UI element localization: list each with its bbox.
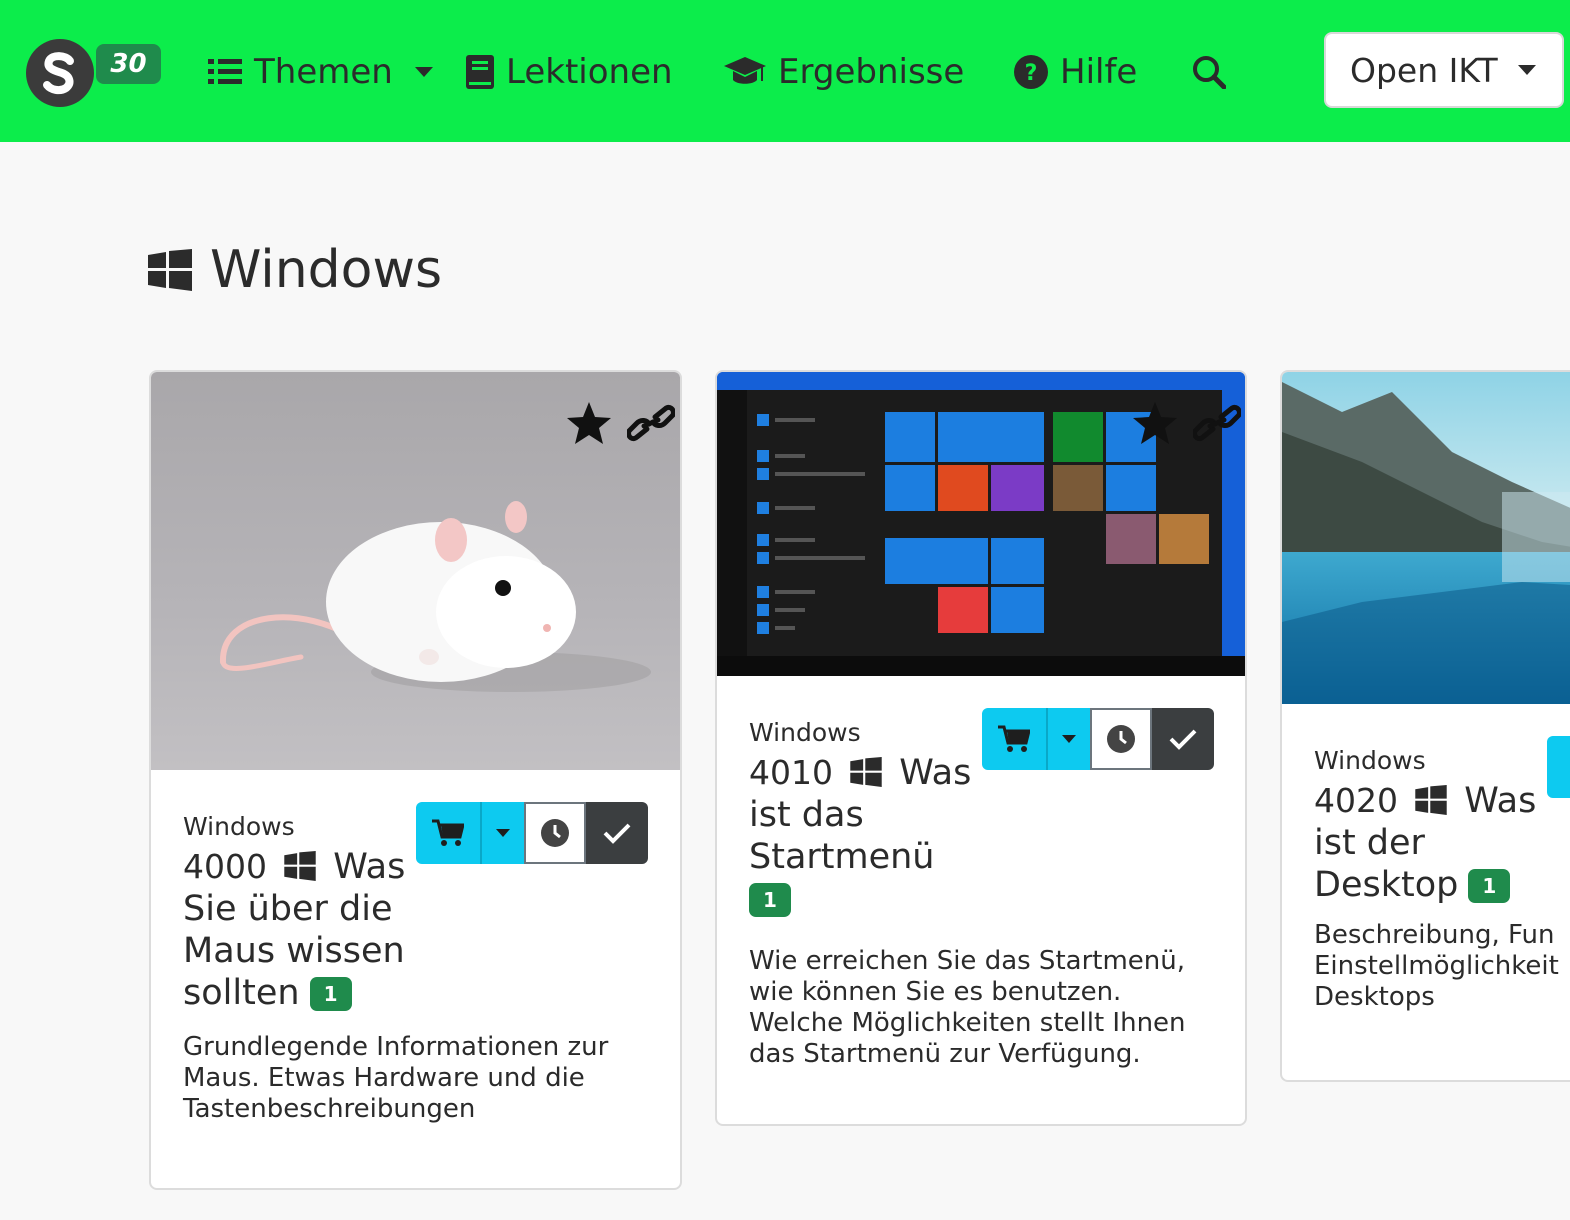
- nav-lektionen-label: Lektionen: [506, 52, 673, 92]
- course-description: Wie erreichen Sie das Startmenü, wie kön…: [749, 946, 1219, 1070]
- page-title: Windows: [148, 238, 442, 302]
- description-line: wie können Sie es benutzen.: [749, 977, 1122, 1007]
- course-title-line: ist das: [749, 795, 864, 835]
- nav-ergebnisse-label: Ergebnisse: [778, 52, 965, 92]
- windows-icon: [284, 851, 316, 881]
- help-circle-icon: ?: [1014, 55, 1048, 89]
- course-title[interactable]: 4000 Was Sie über die Maus wissen sollte…: [183, 846, 653, 1014]
- course-number: 4010: [749, 753, 833, 792]
- course-category: Windows: [749, 718, 861, 747]
- description-line: Tastenbeschreibungen: [183, 1094, 476, 1124]
- windows-icon: [148, 249, 192, 291]
- course-title-word: Was: [1464, 781, 1537, 821]
- svg-text:?: ?: [1025, 61, 1038, 86]
- course-description: Grundlegende Informationen zur Maus. Etw…: [183, 1032, 653, 1125]
- search-button[interactable]: [1192, 48, 1238, 96]
- description-line: Maus. Etwas Hardware und die: [183, 1063, 585, 1093]
- course-title-line: Maus wissen: [183, 931, 405, 971]
- course-title-line: Sie über die: [183, 889, 393, 929]
- page-title-text: Windows: [210, 240, 443, 300]
- windows-icon: [1415, 785, 1447, 815]
- lesson-count-badge: 1: [749, 883, 791, 917]
- course-title-line: Desktop: [1314, 865, 1459, 905]
- course-title[interactable]: 4010 Was ist das Startmenü 1: [749, 752, 1219, 920]
- description-line: Einstellmöglichkeit: [1314, 951, 1559, 981]
- course-card-4020[interactable]: Windows 4020 Was ist der Desktop 1 Beschr…: [1280, 370, 1570, 1082]
- course-description: Beschreibung, Fun Einstellmöglichkeit De…: [1314, 920, 1570, 1013]
- nav-ergebnisse[interactable]: Ergebnisse: [724, 48, 964, 96]
- chevron-down-icon: [414, 67, 433, 77]
- favorite-star-icon[interactable]: [567, 402, 611, 448]
- top-navbar: 30 Themen Lektionen Ergebnisse ? Hilfe O…: [0, 0, 1570, 142]
- description-line: Wie erreichen Sie das Startmenü,: [749, 946, 1185, 976]
- course-title-line: ist der: [1314, 823, 1425, 863]
- logo-icon[interactable]: [26, 39, 94, 107]
- description-line: Desktops: [1314, 982, 1435, 1012]
- link-icon[interactable]: [1192, 403, 1242, 447]
- search-icon: [1193, 56, 1226, 89]
- nav-themen-label: Themen: [254, 52, 393, 92]
- course-title-line: sollten: [183, 973, 300, 1013]
- lesson-count-badge: 1: [309, 977, 352, 1011]
- course-category: Windows: [1314, 746, 1426, 775]
- description-line: das Startmenü zur Verfügung.: [749, 1039, 1141, 1069]
- card-body: Windows 4020 Was ist der Desktop 1 Beschr…: [1314, 746, 1570, 1013]
- course-title-line: Startmenü: [749, 837, 935, 877]
- course-title-word: Was: [333, 847, 406, 887]
- favorite-star-icon[interactable]: [1133, 402, 1177, 448]
- course-category: Windows: [183, 812, 295, 841]
- graduation-cap-icon: [724, 57, 766, 84]
- description-line: Beschreibung, Fun: [1314, 920, 1555, 950]
- lesson-count-badge: 1: [1468, 869, 1511, 903]
- link-icon[interactable]: [626, 403, 676, 447]
- chevron-down-icon: [1517, 65, 1536, 75]
- organization-select-value: Open IKT: [1350, 50, 1498, 90]
- description-line: Grundlegende Informationen zur: [183, 1032, 609, 1062]
- course-number: 4000: [183, 847, 267, 886]
- course-card-4010[interactable]: Windows 4010 Was ist das Startmenü 1 Wie…: [715, 370, 1247, 1126]
- organization-select[interactable]: Open IKT: [1324, 32, 1564, 108]
- card-actions: [551, 402, 676, 448]
- card-body: Windows 4010 Was ist das Startmenü 1 Wie…: [749, 718, 1219, 1070]
- book-icon: [466, 55, 494, 89]
- windows-icon: [850, 757, 882, 787]
- nav-themen-dropdown[interactable]: Themen: [208, 48, 433, 96]
- card-actions: [1117, 402, 1242, 448]
- course-number: 4020: [1314, 781, 1398, 820]
- points-badge: 30: [96, 44, 161, 84]
- nav-hilfe[interactable]: ? Hilfe: [1014, 48, 1137, 96]
- list-icon: [208, 59, 242, 84]
- description-line: Welche Möglichkeiten stellt Ihnen: [749, 1008, 1186, 1038]
- course-title[interactable]: 4020 Was ist der Desktop 1: [1314, 780, 1570, 906]
- course-title-word: Was: [899, 753, 972, 793]
- course-card-4000[interactable]: Windows 4000 Was Sie über die Maus wisse…: [149, 370, 682, 1190]
- course-image-desktop[interactable]: [1282, 372, 1570, 704]
- nav-hilfe-label: Hilfe: [1060, 52, 1138, 92]
- card-body: Windows 4000 Was Sie über die Maus wisse…: [183, 812, 653, 1125]
- nav-lektionen[interactable]: Lektionen: [466, 48, 673, 96]
